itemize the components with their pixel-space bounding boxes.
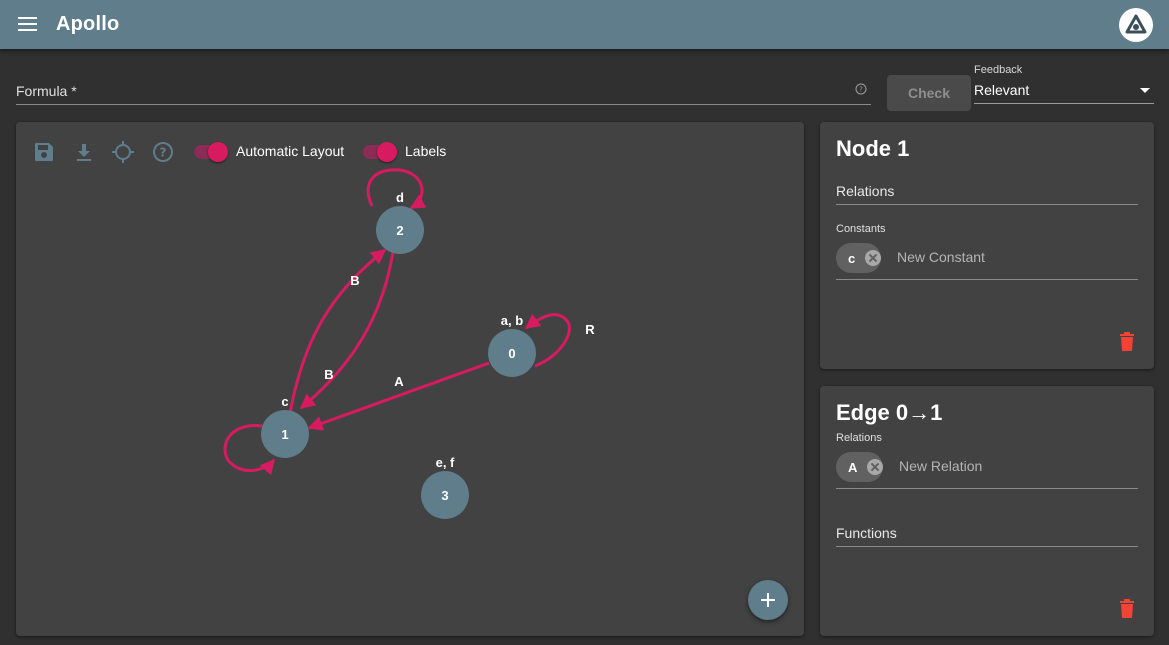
edge-label: B	[350, 273, 359, 288]
formula-label: Formula *	[16, 83, 77, 99]
chip-label: c	[848, 250, 856, 266]
menu-icon[interactable]	[18, 16, 38, 32]
feedback-label: Feedback	[974, 64, 1023, 76]
constant-chip[interactable]: c	[836, 243, 882, 273]
graph-node-0[interactable]: 0 a, b	[488, 313, 536, 377]
relation-chip[interactable]: A	[836, 452, 884, 482]
download-icon[interactable]	[72, 140, 96, 164]
node-label: d	[396, 190, 404, 205]
node-card: Node 1 Relations Constants c	[820, 122, 1154, 369]
node-card-title: Node 1	[836, 136, 910, 161]
help-icon[interactable]: ?	[151, 140, 175, 164]
graph-canvas[interactable]: B B R A 2 d 0 a, b 1 c 3 e, f	[16, 122, 804, 636]
check-button[interactable]: Check	[887, 75, 971, 111]
node-label: a, b	[501, 313, 523, 328]
graph-node-3[interactable]: 3 e, f	[421, 455, 469, 519]
formula-field[interactable]: Formula * ?	[16, 74, 871, 105]
save-icon[interactable]	[32, 140, 56, 164]
automatic-layout-label: Automatic Layout	[236, 143, 345, 159]
close-circle-icon[interactable]	[865, 250, 882, 266]
edge-label: A	[394, 374, 404, 389]
node-label: c	[281, 394, 288, 409]
trash-icon[interactable]	[1118, 332, 1136, 352]
functions-label[interactable]: Functions	[836, 525, 897, 541]
constants-label: Constants	[836, 223, 886, 235]
app-title: Apollo	[56, 13, 120, 35]
svg-text:?: ?	[160, 146, 167, 160]
edge-label: B	[324, 367, 333, 382]
dropdown-arrow-icon	[1140, 88, 1150, 93]
feedback-selected-value: Relevant	[974, 82, 1030, 98]
trash-icon[interactable]	[1118, 599, 1136, 619]
automatic-layout-toggle[interactable]: Automatic Layout	[192, 140, 352, 164]
logo-icon	[1119, 8, 1153, 42]
svg-text:?: ?	[859, 86, 863, 94]
new-constant-input[interactable]	[897, 249, 1077, 265]
node-id: 3	[441, 488, 448, 503]
graph-node-1[interactable]: 1 c	[261, 394, 309, 458]
node-label: e, f	[436, 455, 455, 470]
graph-edge-1-2	[288, 248, 387, 414]
node-id: 1	[281, 427, 288, 442]
relations-field-underline	[836, 488, 1138, 489]
relations-label: Relations	[836, 432, 882, 444]
edge-label: R	[585, 322, 595, 337]
functions-field-underline	[836, 546, 1138, 547]
labels-toggle[interactable]: Labels	[361, 140, 461, 164]
graph-node-2[interactable]: 2 d	[376, 190, 424, 254]
help-circle-icon[interactable]: ?	[855, 83, 867, 95]
constants-field-underline	[836, 279, 1138, 280]
graph-edge-2-1	[299, 251, 395, 410]
app-bar: Apollo	[0, 0, 1169, 49]
new-relation-input[interactable]	[899, 458, 1079, 474]
node-id: 0	[508, 346, 515, 361]
node-id: 2	[396, 223, 403, 238]
chip-label: A	[848, 459, 858, 475]
edge-card-title: Edge 0→1	[836, 400, 943, 425]
crosshair-icon[interactable]	[111, 140, 135, 164]
relations-field-underline	[836, 204, 1138, 205]
graph-canvas-panel: B B R A 2 d 0 a, b 1 c 3 e, f ? Automati…	[16, 122, 804, 636]
labels-toggle-label: Labels	[405, 143, 447, 159]
edge-card: Edge 0→1 Relations A Functions	[820, 386, 1154, 636]
close-circle-icon[interactable]	[867, 459, 884, 475]
feedback-select[interactable]: Relevant	[974, 78, 1154, 104]
add-node-button[interactable]	[748, 580, 788, 620]
relations-label[interactable]: Relations	[836, 183, 894, 199]
